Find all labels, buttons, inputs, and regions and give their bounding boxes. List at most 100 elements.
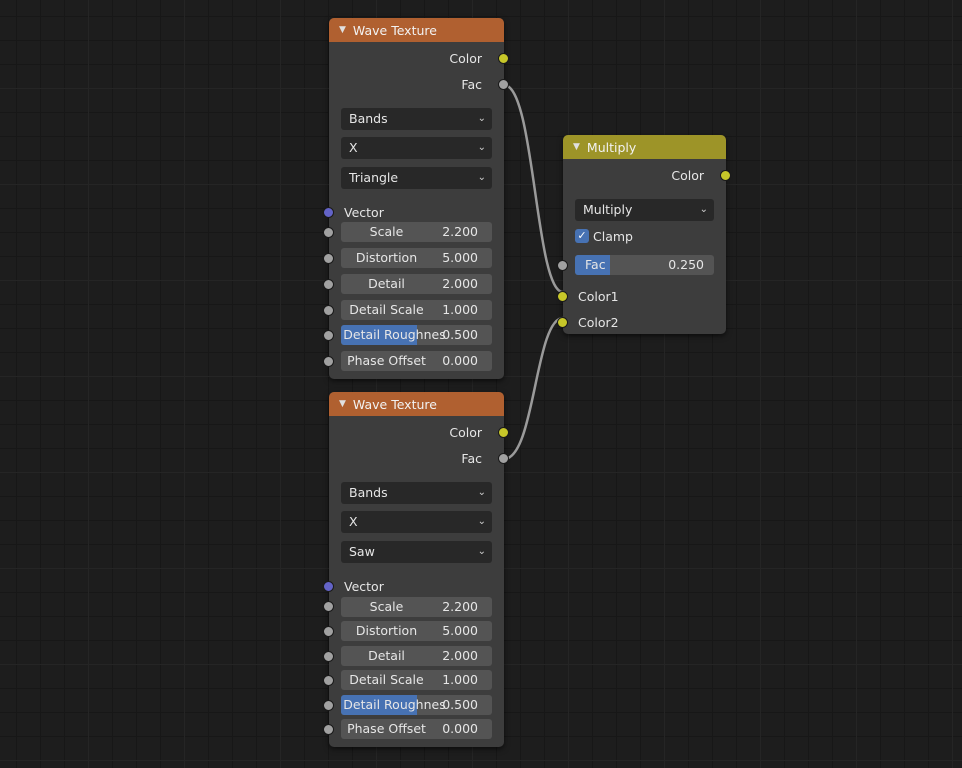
detail-roughness-field[interactable]: Detail Roughnes 0.500 (341, 695, 492, 715)
output-fac-label: Fac (461, 77, 482, 92)
wave-type-value: Bands (349, 111, 388, 126)
field-label: Distortion (355, 250, 418, 265)
detail-scale-input-socket[interactable] (323, 675, 334, 686)
node-header[interactable]: ▼ Multiply (563, 135, 726, 159)
clamp-label: Clamp (593, 229, 633, 244)
field-value: 0.000 (442, 721, 478, 736)
vector-label: Vector (344, 579, 384, 594)
link-wave2-fac-to-color2 (503, 316, 564, 461)
field-label: Detail (368, 648, 405, 663)
output-fac-label: Fac (461, 451, 482, 466)
blend-mode-dropdown[interactable]: Multiply ⌄ (575, 199, 714, 221)
detail-scale-input-socket[interactable] (323, 305, 334, 316)
profile-value: Saw (349, 544, 375, 559)
detail-input-socket[interactable] (323, 279, 334, 290)
distortion-input-socket[interactable] (323, 253, 334, 264)
color1-label: Color1 (578, 289, 619, 304)
field-value: 0.500 (442, 697, 478, 712)
field-value: 5.000 (442, 250, 478, 265)
profile-dropdown[interactable]: Triangle ⌄ (341, 167, 492, 189)
clamp-checkbox[interactable]: ✓ (575, 229, 589, 243)
vector-input-socket[interactable] (323, 581, 334, 592)
wave-type-value: Bands (349, 485, 388, 500)
phase-offset-input-socket[interactable] (323, 356, 334, 367)
input-color2: Color2 (557, 311, 726, 335)
output-color-label: Color (449, 425, 482, 440)
triangle-down-icon[interactable]: ▼ (339, 25, 346, 35)
detail-scale-field[interactable]: Detail Scale 1.000 (341, 670, 492, 690)
distortion-field[interactable]: Distortion 5.000 (341, 621, 492, 641)
vector-input-socket[interactable] (323, 207, 334, 218)
color-output-socket[interactable] (498, 427, 509, 438)
input-color1: Color1 (557, 285, 726, 309)
chevron-down-icon: ⌄ (477, 172, 486, 183)
output-color: Color (329, 47, 509, 71)
profile-dropdown[interactable]: Saw ⌄ (341, 541, 492, 563)
fac-field[interactable]: Fac 0.250 (575, 255, 714, 275)
scale-input-socket[interactable] (323, 601, 334, 612)
color-output-socket[interactable] (720, 170, 731, 181)
fac-input-socket[interactable] (557, 260, 568, 271)
field-value: 0.500 (442, 327, 478, 342)
link-wave1-fac-to-color1 (503, 83, 564, 294)
chevron-down-icon: ⌄ (477, 516, 486, 527)
node-header[interactable]: ▼ Wave Texture (329, 18, 504, 42)
color-output-socket[interactable] (498, 53, 509, 64)
node-header[interactable]: ▼ Wave Texture (329, 392, 504, 416)
color1-input-socket[interactable] (557, 291, 568, 302)
detail-roughness-input-socket[interactable] (323, 700, 334, 711)
scale-field[interactable]: Scale 2.200 (341, 222, 492, 242)
output-fac: Fac (329, 447, 509, 471)
wave-type-dropdown[interactable]: Bands ⌄ (341, 482, 492, 504)
output-color: Color (563, 164, 731, 188)
direction-value: X (349, 514, 358, 529)
output-fac: Fac (329, 73, 509, 97)
color2-label: Color2 (578, 315, 619, 330)
field-value: 2.000 (442, 648, 478, 663)
node-title: Multiply (586, 139, 637, 155)
output-color-label: Color (671, 168, 704, 183)
wave-texture-node-2[interactable]: ▼ Wave Texture Color Fac Bands ⌄ X ⌄ Saw… (323, 392, 509, 747)
phase-offset-input-socket[interactable] (323, 724, 334, 735)
field-label: Phase Offset (347, 353, 426, 368)
distortion-field[interactable]: Distortion 5.000 (341, 248, 492, 268)
detail-scale-field[interactable]: Detail Scale 1.000 (341, 300, 492, 320)
field-value: 1.000 (442, 302, 478, 317)
detail-roughness-input-socket[interactable] (323, 330, 334, 341)
chevron-down-icon: ⌄ (477, 487, 486, 498)
field-value: 2.000 (442, 276, 478, 291)
output-color-label: Color (449, 51, 482, 66)
detail-field[interactable]: Detail 2.000 (341, 274, 492, 294)
blend-mode-value: Multiply (583, 202, 633, 217)
triangle-down-icon[interactable]: ▼ (339, 399, 346, 409)
detail-field[interactable]: Detail 2.000 (341, 646, 492, 666)
multiply-node[interactable]: ▼ Multiply Color Multiply ⌄ ✓ Clamp Fac … (557, 135, 731, 335)
distortion-input-socket[interactable] (323, 626, 334, 637)
direction-dropdown[interactable]: X ⌄ (341, 137, 492, 159)
color2-input-socket[interactable] (557, 317, 568, 328)
phase-offset-field[interactable]: Phase Offset 0.000 (341, 719, 492, 739)
field-label: Detail Scale (349, 672, 424, 687)
chevron-down-icon: ⌄ (477, 113, 486, 124)
node-title: Wave Texture (352, 22, 437, 38)
fac-output-socket[interactable] (498, 79, 509, 90)
scale-input-socket[interactable] (323, 227, 334, 238)
detail-input-socket[interactable] (323, 651, 334, 662)
checkmark-icon: ✓ (577, 229, 587, 242)
profile-value: Triangle (349, 170, 399, 185)
triangle-down-icon[interactable]: ▼ (573, 142, 580, 152)
detail-roughness-field[interactable]: Detail Roughnes 0.500 (341, 325, 492, 345)
field-label: Detail Roughnes (343, 697, 446, 712)
wave-type-dropdown[interactable]: Bands ⌄ (341, 108, 492, 130)
wave-texture-node-1[interactable]: ▼ Wave Texture Color Fac Bands ⌄ X ⌄ Tri… (323, 18, 509, 379)
chevron-down-icon: ⌄ (477, 546, 486, 557)
phase-offset-field[interactable]: Phase Offset 0.000 (341, 351, 492, 371)
field-value: 2.200 (442, 224, 478, 239)
direction-dropdown[interactable]: X ⌄ (341, 511, 492, 533)
field-label: Detail Scale (349, 302, 424, 317)
fac-output-socket[interactable] (498, 453, 509, 464)
field-label: Phase Offset (347, 721, 426, 736)
input-vector: Vector (323, 575, 504, 599)
field-value: 2.200 (442, 599, 478, 614)
scale-field[interactable]: Scale 2.200 (341, 597, 492, 617)
